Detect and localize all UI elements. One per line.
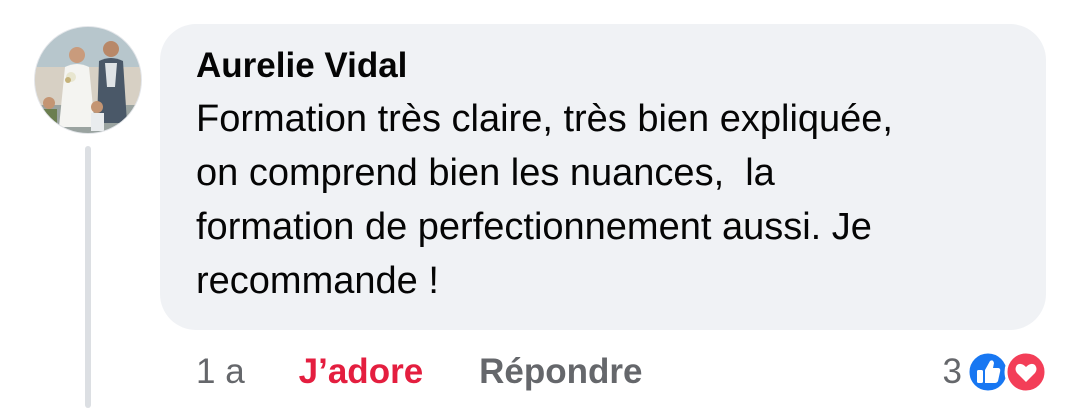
comment-text: Formation très claire, très bien expliqu… [196, 98, 893, 302]
comment-bubble: Aurelie Vidal Formation très claire, trè… [160, 24, 1046, 330]
love-icon [1004, 350, 1048, 394]
love-button[interactable]: J’adore [299, 352, 424, 392]
avatar-photo [35, 27, 141, 133]
author-name[interactable]: Aurelie Vidal [196, 44, 1010, 88]
comment: Aurelie Vidal Formation très claire, trè… [0, 0, 1080, 408]
comment-actions: 1 a J’adore Répondre [196, 346, 643, 398]
reaction-count: 3 [942, 352, 962, 391]
reactions-summary[interactable]: 3 [943, 346, 1048, 398]
timestamp[interactable]: 1 a [196, 352, 245, 392]
reply-button[interactable]: Répondre [479, 352, 642, 392]
avatar[interactable] [34, 26, 142, 134]
thread-line [85, 146, 91, 408]
